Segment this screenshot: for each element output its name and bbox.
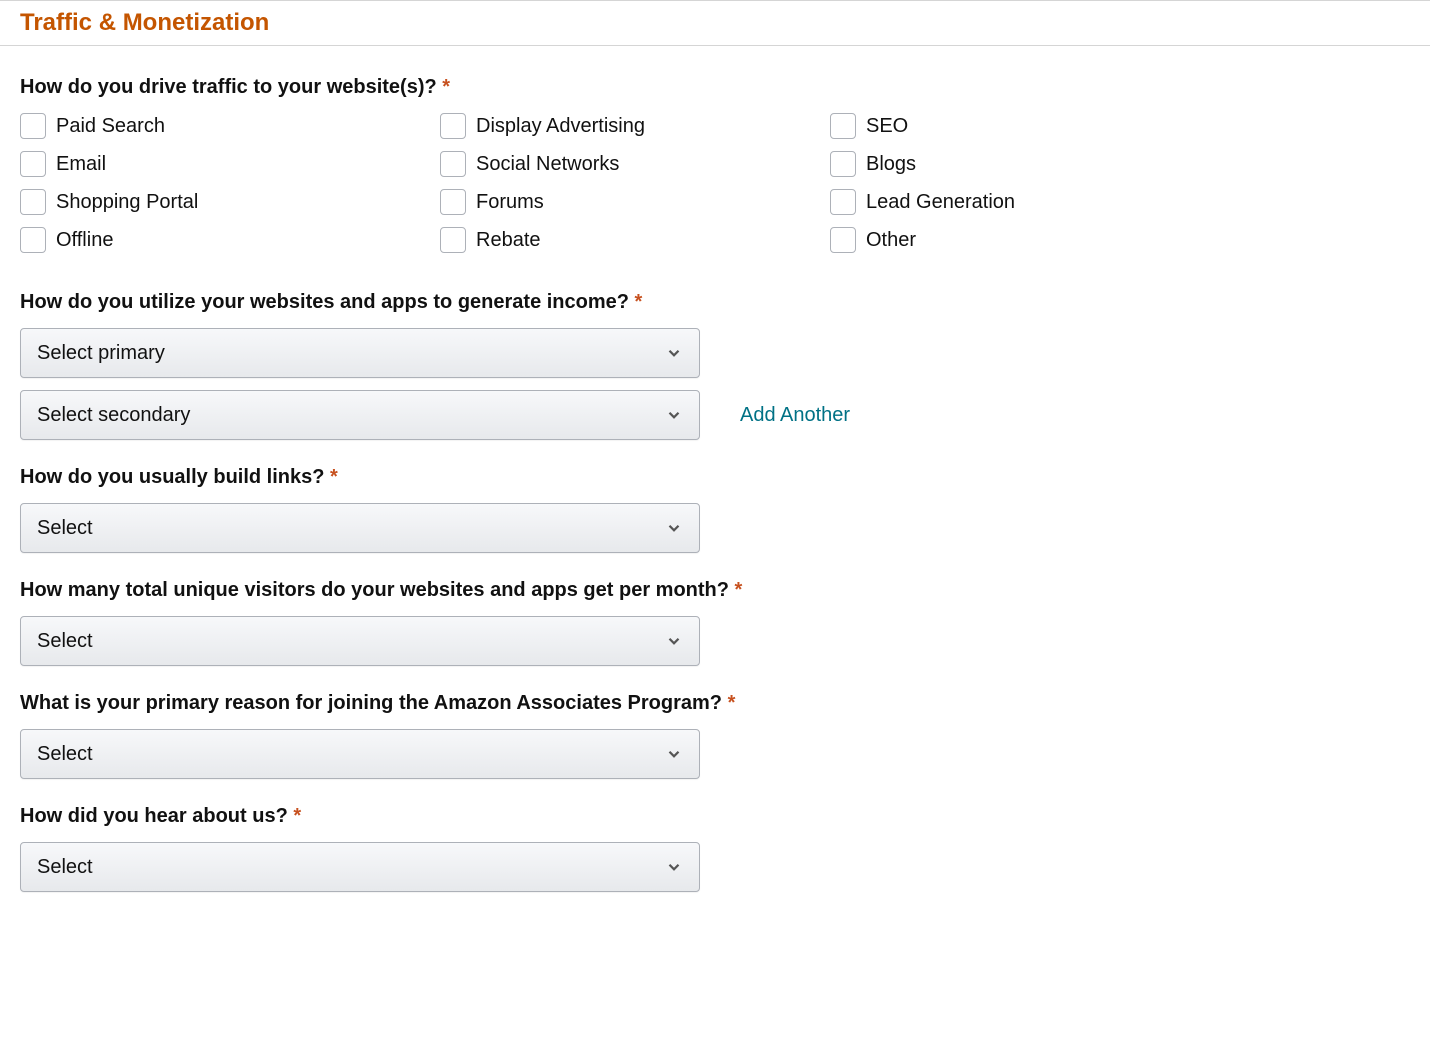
checkbox-label[interactable]: Blogs (866, 153, 916, 176)
required-asterisk: * (735, 579, 743, 601)
reason-question-label: What is your primary reason for joining … (20, 692, 1410, 715)
visitors-question-label: How many total unique visitors do your w… (20, 579, 1410, 602)
section-title: Traffic & Monetization (20, 9, 1410, 37)
form-body: How do you drive traffic to your website… (0, 46, 1430, 958)
checkbox-box-icon[interactable] (440, 151, 466, 177)
checkbox-offline[interactable]: Offline (20, 227, 440, 253)
checkbox-box-icon[interactable] (20, 227, 46, 253)
income-secondary-row: Select secondary Add Another (20, 390, 1410, 440)
add-another-link[interactable]: Add Another (740, 404, 850, 427)
visitors-question-text: How many total unique visitors do your w… (20, 579, 729, 601)
hear-question-block: How did you hear about us? * Select (20, 805, 1410, 892)
chevron-down-icon (665, 858, 683, 876)
reason-question-block: What is your primary reason for joining … (20, 692, 1410, 779)
checkbox-shopping-portal[interactable]: Shopping Portal (20, 189, 440, 215)
checkbox-label[interactable]: SEO (866, 115, 908, 138)
section-header: Traffic & Monetization (0, 0, 1430, 46)
checkbox-label[interactable]: Lead Generation (866, 191, 1015, 214)
chevron-down-icon (665, 519, 683, 537)
checkbox-forums[interactable]: Forums (440, 189, 830, 215)
required-asterisk: * (728, 692, 736, 714)
visitors-select[interactable]: Select (20, 616, 700, 666)
select-placeholder: Select primary (37, 342, 165, 365)
reason-question-text: What is your primary reason for joining … (20, 692, 722, 714)
select-placeholder: Select (37, 743, 93, 766)
checkbox-label[interactable]: Email (56, 153, 106, 176)
checkbox-box-icon[interactable] (20, 113, 46, 139)
visitors-question-block: How many total unique visitors do your w… (20, 579, 1410, 666)
checkbox-rebate[interactable]: Rebate (440, 227, 830, 253)
hear-question-label: How did you hear about us? * (20, 805, 1410, 828)
traffic-question-label: How do you drive traffic to your website… (20, 76, 1410, 99)
traffic-checkbox-grid: Paid Search Display Advertising SEO Emai… (20, 113, 1410, 253)
reason-select[interactable]: Select (20, 729, 700, 779)
select-placeholder: Select secondary (37, 404, 190, 427)
income-question-block: How do you utilize your websites and app… (20, 291, 1410, 440)
required-asterisk: * (293, 805, 301, 827)
checkbox-seo[interactable]: SEO (830, 113, 1410, 139)
income-secondary-select[interactable]: Select secondary (20, 390, 700, 440)
checkbox-label[interactable]: Social Networks (476, 153, 619, 176)
chevron-down-icon (665, 745, 683, 763)
select-placeholder: Select (37, 517, 93, 540)
checkbox-label[interactable]: Forums (476, 191, 544, 214)
checkbox-box-icon[interactable] (830, 151, 856, 177)
checkbox-box-icon[interactable] (440, 189, 466, 215)
checkbox-box-icon[interactable] (830, 227, 856, 253)
checkbox-paid-search[interactable]: Paid Search (20, 113, 440, 139)
checkbox-box-icon[interactable] (830, 189, 856, 215)
checkbox-label[interactable]: Rebate (476, 229, 541, 252)
traffic-question-text: How do you drive traffic to your website… (20, 76, 437, 98)
checkbox-label[interactable]: Offline (56, 229, 113, 252)
required-asterisk: * (330, 466, 338, 488)
checkbox-label[interactable]: Shopping Portal (56, 191, 198, 214)
required-asterisk: * (635, 291, 643, 313)
select-placeholder: Select (37, 856, 93, 879)
checkbox-social-networks[interactable]: Social Networks (440, 151, 830, 177)
checkbox-box-icon[interactable] (440, 113, 466, 139)
income-question-label: How do you utilize your websites and app… (20, 291, 1410, 314)
checkbox-label[interactable]: Display Advertising (476, 115, 645, 138)
checkbox-other[interactable]: Other (830, 227, 1410, 253)
hear-select[interactable]: Select (20, 842, 700, 892)
income-question-text: How do you utilize your websites and app… (20, 291, 629, 313)
checkbox-label[interactable]: Other (866, 229, 916, 252)
income-primary-select[interactable]: Select primary (20, 328, 700, 378)
chevron-down-icon (665, 632, 683, 650)
income-primary-row: Select primary (20, 328, 1410, 378)
checkbox-label[interactable]: Paid Search (56, 115, 165, 138)
build-links-question-text: How do you usually build links? (20, 466, 324, 488)
hear-question-text: How did you hear about us? (20, 805, 288, 827)
checkbox-box-icon[interactable] (20, 189, 46, 215)
select-placeholder: Select (37, 630, 93, 653)
checkbox-box-icon[interactable] (20, 151, 46, 177)
checkbox-box-icon[interactable] (440, 227, 466, 253)
chevron-down-icon (665, 344, 683, 362)
chevron-down-icon (665, 406, 683, 424)
required-asterisk: * (442, 76, 450, 98)
build-links-question-block: How do you usually build links? * Select (20, 466, 1410, 553)
build-links-select[interactable]: Select (20, 503, 700, 553)
checkbox-blogs[interactable]: Blogs (830, 151, 1410, 177)
traffic-question-block: How do you drive traffic to your website… (20, 76, 1410, 253)
checkbox-email[interactable]: Email (20, 151, 440, 177)
checkbox-lead-generation[interactable]: Lead Generation (830, 189, 1410, 215)
checkbox-box-icon[interactable] (830, 113, 856, 139)
build-links-question-label: How do you usually build links? * (20, 466, 1410, 489)
checkbox-display-advertising[interactable]: Display Advertising (440, 113, 830, 139)
